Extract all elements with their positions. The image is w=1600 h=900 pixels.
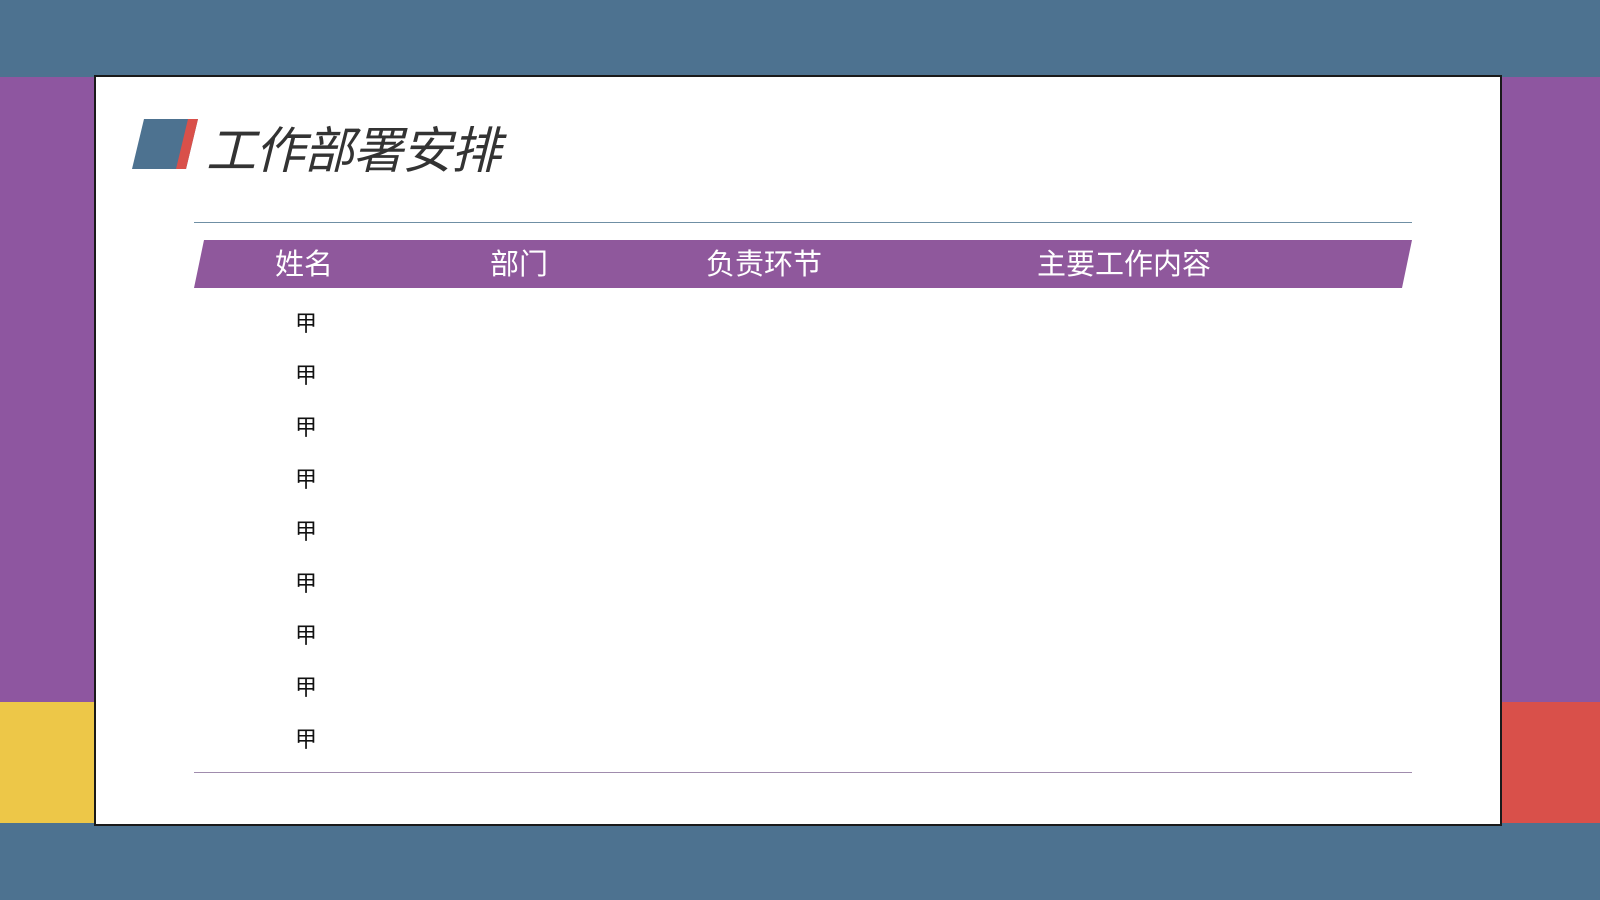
- table-row-name: 甲: [294, 416, 317, 441]
- table-row-name: 甲: [294, 676, 317, 701]
- table-row-name: 甲: [294, 312, 317, 337]
- header-department: 部门: [489, 247, 548, 281]
- table-row-name: 甲: [294, 364, 317, 389]
- table-row-name: 甲: [294, 572, 317, 597]
- background-band-bottom: [0, 823, 1600, 900]
- header-responsibility: 负责环节: [705, 247, 822, 281]
- background-yellow-left: [0, 702, 94, 823]
- background-band-top: [0, 0, 1600, 77]
- header-name: 姓名: [274, 247, 333, 281]
- table-header: 姓名 部门 负责环节 主要工作内容: [194, 240, 1412, 288]
- header-main-work: 主要工作内容: [1036, 247, 1211, 281]
- background-purple-right: [1502, 77, 1600, 702]
- bottom-divider: [194, 772, 1412, 773]
- slide-card: 工作部署安排 姓名 部门 负责环节 主要工作内容 甲 甲 甲 甲 甲 甲 甲 甲…: [94, 75, 1502, 826]
- table-row-name: 甲: [294, 468, 317, 493]
- page-title: 工作部署安排: [206, 122, 501, 180]
- table-body: 甲 甲 甲 甲 甲 甲 甲 甲 甲: [246, 299, 366, 767]
- background-purple-left: [0, 77, 94, 702]
- background-red-right: [1502, 702, 1600, 823]
- table-row-name: 甲: [294, 624, 317, 649]
- table-row-name: 甲: [294, 520, 317, 545]
- table-row-name: 甲: [294, 728, 317, 753]
- top-divider: [194, 222, 1412, 223]
- title-parallelogram-icon: [132, 119, 198, 169]
